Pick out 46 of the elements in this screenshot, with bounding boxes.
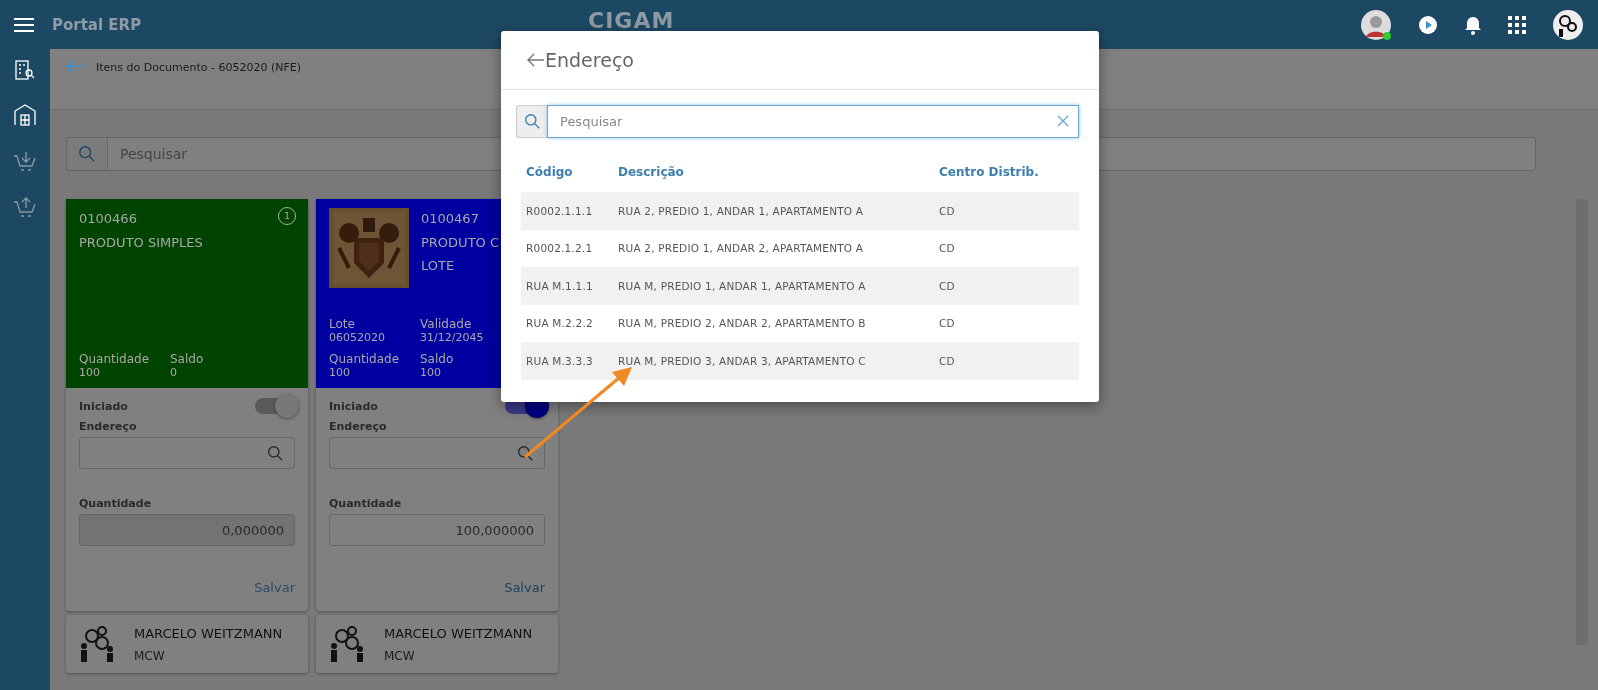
table-cell-text: RUA M, PREDIO 3, ANDAR 3, APARTAMENTO C	[618, 354, 867, 367]
field-label: Quantidade	[79, 352, 150, 366]
field-label: Endereço	[329, 420, 388, 433]
table-cell-text: RUA M.1.1.1	[526, 279, 594, 292]
table-cell-text: RUA 2, PREDIO 1, ANDAR 1, APARTAMENTO A	[618, 204, 865, 217]
table-cell-text: CD	[939, 204, 956, 217]
table-cell-text: CD	[939, 279, 956, 292]
field-label: Saldo	[420, 352, 454, 366]
product-name: LOTE	[421, 258, 456, 273]
field-value: 100	[79, 366, 100, 379]
field-label: Validade	[420, 317, 472, 331]
field-value: 06052020	[329, 331, 385, 344]
table-cell-text: RUA M, PREDIO 1, ANDAR 1, APARTAMENTO A	[618, 279, 867, 292]
table-cell-text: RUA M.3.3.3	[526, 354, 594, 367]
page-title: Itens do Documento - 6052020 (NFE)	[96, 61, 301, 74]
field-value: 100	[420, 366, 441, 379]
user-name: MARCELO WEITZMANN	[134, 625, 283, 641]
field-label: Quantidade	[329, 352, 400, 366]
table-cell-text: R0002.1.2.1	[526, 242, 594, 255]
user-initials: MCW	[134, 648, 166, 663]
product-code: 0100467	[421, 211, 479, 226]
app-title: Portal ERP	[52, 15, 142, 34]
field-label: Saldo	[170, 352, 204, 366]
table-cell-text: RUA M.2.2.2	[526, 317, 594, 330]
field-value: 0	[170, 366, 177, 379]
table-cell-text: RUA 2, PREDIO 1, ANDAR 2, APARTAMENTO A	[618, 242, 865, 255]
toggle-label: Iniciado	[79, 399, 128, 413]
user-name: MARCELO WEITZMANN	[384, 625, 533, 641]
table-cell-text: CD	[939, 242, 956, 255]
user-initials: MCW	[384, 648, 416, 663]
field-label: Endereço	[79, 420, 138, 433]
field-label: Quantidade	[79, 497, 153, 510]
field-label: Quantidade	[329, 497, 403, 510]
table-cell-text: RUA M, PREDIO 2, ANDAR 2, APARTAMENTO B	[618, 317, 867, 330]
table-cell-text: CD	[939, 354, 956, 367]
field-value: 100	[329, 366, 350, 379]
field-label: Lote	[329, 317, 355, 331]
product-name: PRODUTO C	[421, 235, 499, 250]
table-cell-text: R0002.1.1.1	[526, 204, 594, 217]
logo: CIGAM	[588, 8, 675, 33]
dialog-title: Endereço	[545, 49, 634, 71]
toggle-label: Iniciado	[329, 399, 378, 413]
table-cell-text: CD	[939, 317, 956, 330]
product-name: PRODUTO SIMPLES	[79, 235, 203, 250]
field-value: 31/12/2045	[420, 331, 484, 344]
product-code: 0100466	[79, 211, 137, 226]
